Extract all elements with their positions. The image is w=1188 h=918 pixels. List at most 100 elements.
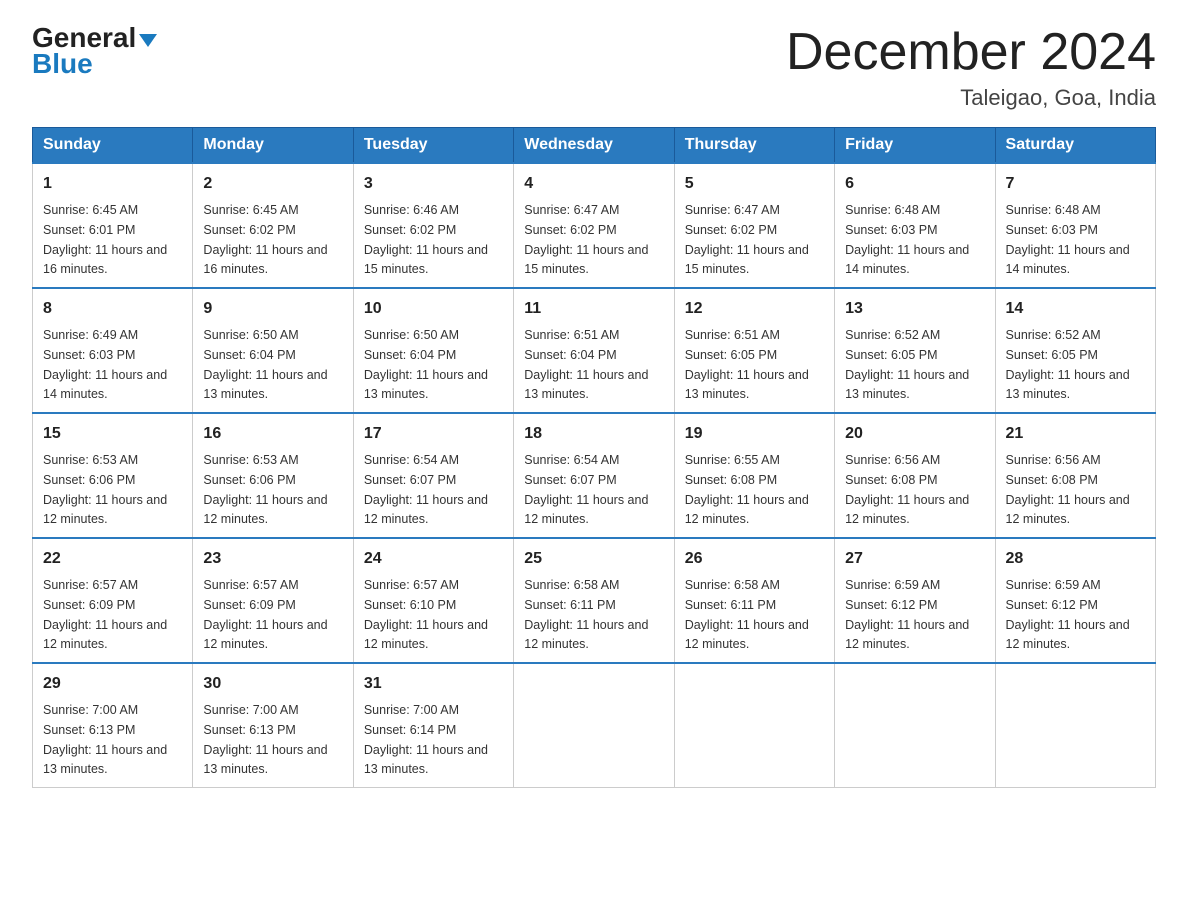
day-number: 29 [43,672,182,696]
location-title: Taleigao, Goa, India [786,85,1156,111]
header-friday: Friday [835,128,995,164]
day-number: 22 [43,547,182,571]
calendar-cell: 27 Sunrise: 6:59 AMSunset: 6:12 PMDaylig… [835,538,995,663]
day-number: 27 [845,547,984,571]
day-number: 17 [364,422,503,446]
calendar-cell: 11 Sunrise: 6:51 AMSunset: 6:04 PMDaylig… [514,288,674,413]
day-info: Sunrise: 6:45 AMSunset: 6:01 PMDaylight:… [43,203,167,276]
day-number: 19 [685,422,824,446]
header-tuesday: Tuesday [353,128,513,164]
day-info: Sunrise: 6:46 AMSunset: 6:02 PMDaylight:… [364,203,488,276]
day-info: Sunrise: 6:57 AMSunset: 6:10 PMDaylight:… [364,578,488,651]
header-sunday: Sunday [33,128,193,164]
calendar-cell: 25 Sunrise: 6:58 AMSunset: 6:11 PMDaylig… [514,538,674,663]
day-info: Sunrise: 6:58 AMSunset: 6:11 PMDaylight:… [524,578,648,651]
calendar-week-row: 22 Sunrise: 6:57 AMSunset: 6:09 PMDaylig… [33,538,1156,663]
calendar-cell: 18 Sunrise: 6:54 AMSunset: 6:07 PMDaylig… [514,413,674,538]
day-info: Sunrise: 6:56 AMSunset: 6:08 PMDaylight:… [1006,453,1130,526]
calendar-cell: 5 Sunrise: 6:47 AMSunset: 6:02 PMDayligh… [674,163,834,288]
calendar-header-row: SundayMondayTuesdayWednesdayThursdayFrid… [33,128,1156,164]
day-number: 6 [845,172,984,196]
calendar-cell: 21 Sunrise: 6:56 AMSunset: 6:08 PMDaylig… [995,413,1155,538]
calendar-cell: 19 Sunrise: 6:55 AMSunset: 6:08 PMDaylig… [674,413,834,538]
day-info: Sunrise: 6:53 AMSunset: 6:06 PMDaylight:… [203,453,327,526]
calendar-cell: 17 Sunrise: 6:54 AMSunset: 6:07 PMDaylig… [353,413,513,538]
day-number: 2 [203,172,342,196]
logo: General Blue [32,24,157,78]
calendar-cell: 3 Sunrise: 6:46 AMSunset: 6:02 PMDayligh… [353,163,513,288]
day-info: Sunrise: 6:56 AMSunset: 6:08 PMDaylight:… [845,453,969,526]
day-info: Sunrise: 6:58 AMSunset: 6:11 PMDaylight:… [685,578,809,651]
calendar-cell [995,663,1155,788]
day-number: 21 [1006,422,1145,446]
calendar-cell: 20 Sunrise: 6:56 AMSunset: 6:08 PMDaylig… [835,413,995,538]
day-number: 10 [364,297,503,321]
day-info: Sunrise: 6:52 AMSunset: 6:05 PMDaylight:… [1006,328,1130,401]
day-number: 8 [43,297,182,321]
day-number: 20 [845,422,984,446]
day-info: Sunrise: 6:52 AMSunset: 6:05 PMDaylight:… [845,328,969,401]
calendar-cell: 14 Sunrise: 6:52 AMSunset: 6:05 PMDaylig… [995,288,1155,413]
day-number: 28 [1006,547,1145,571]
day-number: 26 [685,547,824,571]
day-info: Sunrise: 6:51 AMSunset: 6:04 PMDaylight:… [524,328,648,401]
day-info: Sunrise: 6:57 AMSunset: 6:09 PMDaylight:… [203,578,327,651]
day-info: Sunrise: 6:45 AMSunset: 6:02 PMDaylight:… [203,203,327,276]
calendar-cell [514,663,674,788]
calendar-cell: 15 Sunrise: 6:53 AMSunset: 6:06 PMDaylig… [33,413,193,538]
day-info: Sunrise: 6:47 AMSunset: 6:02 PMDaylight:… [524,203,648,276]
calendar-cell: 22 Sunrise: 6:57 AMSunset: 6:09 PMDaylig… [33,538,193,663]
day-info: Sunrise: 7:00 AMSunset: 6:13 PMDaylight:… [203,703,327,776]
day-number: 11 [524,297,663,321]
day-number: 15 [43,422,182,446]
day-number: 13 [845,297,984,321]
calendar-cell: 9 Sunrise: 6:50 AMSunset: 6:04 PMDayligh… [193,288,353,413]
day-number: 3 [364,172,503,196]
header-saturday: Saturday [995,128,1155,164]
day-number: 16 [203,422,342,446]
day-info: Sunrise: 6:50 AMSunset: 6:04 PMDaylight:… [364,328,488,401]
day-number: 23 [203,547,342,571]
day-info: Sunrise: 6:55 AMSunset: 6:08 PMDaylight:… [685,453,809,526]
calendar-cell: 16 Sunrise: 6:53 AMSunset: 6:06 PMDaylig… [193,413,353,538]
day-info: Sunrise: 6:48 AMSunset: 6:03 PMDaylight:… [845,203,969,276]
calendar-cell: 1 Sunrise: 6:45 AMSunset: 6:01 PMDayligh… [33,163,193,288]
calendar-cell: 26 Sunrise: 6:58 AMSunset: 6:11 PMDaylig… [674,538,834,663]
day-info: Sunrise: 6:59 AMSunset: 6:12 PMDaylight:… [1006,578,1130,651]
day-number: 31 [364,672,503,696]
day-number: 25 [524,547,663,571]
day-number: 18 [524,422,663,446]
calendar-cell: 13 Sunrise: 6:52 AMSunset: 6:05 PMDaylig… [835,288,995,413]
day-info: Sunrise: 6:54 AMSunset: 6:07 PMDaylight:… [364,453,488,526]
calendar-week-row: 15 Sunrise: 6:53 AMSunset: 6:06 PMDaylig… [33,413,1156,538]
day-number: 9 [203,297,342,321]
calendar-week-row: 29 Sunrise: 7:00 AMSunset: 6:13 PMDaylig… [33,663,1156,788]
calendar-cell: 10 Sunrise: 6:50 AMSunset: 6:04 PMDaylig… [353,288,513,413]
day-number: 30 [203,672,342,696]
calendar-cell [674,663,834,788]
page-header: General Blue December 2024 Taleigao, Goa… [32,24,1156,111]
day-info: Sunrise: 6:57 AMSunset: 6:09 PMDaylight:… [43,578,167,651]
calendar-cell: 31 Sunrise: 7:00 AMSunset: 6:14 PMDaylig… [353,663,513,788]
calendar-cell: 30 Sunrise: 7:00 AMSunset: 6:13 PMDaylig… [193,663,353,788]
logo-blue: Blue [32,50,93,78]
day-info: Sunrise: 6:49 AMSunset: 6:03 PMDaylight:… [43,328,167,401]
day-number: 4 [524,172,663,196]
header-thursday: Thursday [674,128,834,164]
day-info: Sunrise: 6:50 AMSunset: 6:04 PMDaylight:… [203,328,327,401]
calendar-cell: 29 Sunrise: 7:00 AMSunset: 6:13 PMDaylig… [33,663,193,788]
calendar-cell: 2 Sunrise: 6:45 AMSunset: 6:02 PMDayligh… [193,163,353,288]
day-number: 7 [1006,172,1145,196]
calendar-cell: 8 Sunrise: 6:49 AMSunset: 6:03 PMDayligh… [33,288,193,413]
calendar-cell: 28 Sunrise: 6:59 AMSunset: 6:12 PMDaylig… [995,538,1155,663]
day-info: Sunrise: 6:48 AMSunset: 6:03 PMDaylight:… [1006,203,1130,276]
day-info: Sunrise: 6:53 AMSunset: 6:06 PMDaylight:… [43,453,167,526]
day-number: 1 [43,172,182,196]
calendar-cell: 12 Sunrise: 6:51 AMSunset: 6:05 PMDaylig… [674,288,834,413]
day-info: Sunrise: 6:54 AMSunset: 6:07 PMDaylight:… [524,453,648,526]
calendar-week-row: 1 Sunrise: 6:45 AMSunset: 6:01 PMDayligh… [33,163,1156,288]
day-number: 5 [685,172,824,196]
day-number: 12 [685,297,824,321]
calendar-cell: 4 Sunrise: 6:47 AMSunset: 6:02 PMDayligh… [514,163,674,288]
day-info: Sunrise: 7:00 AMSunset: 6:13 PMDaylight:… [43,703,167,776]
